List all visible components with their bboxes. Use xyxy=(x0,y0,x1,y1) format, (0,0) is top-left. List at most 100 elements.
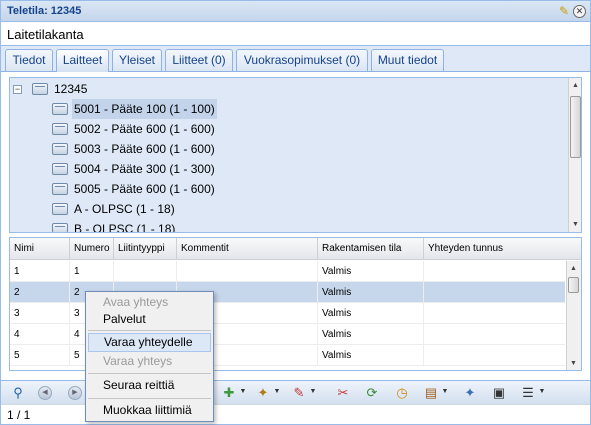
equipment-tree: − 12345 5001 - Pääte 100 (1 - 100) 5002 … xyxy=(9,77,582,233)
tab-muut-tiedot[interactable]: Muut tiedot xyxy=(371,49,444,71)
folder-icon xyxy=(52,183,68,195)
scroll-down-icon[interactable]: ▼ xyxy=(569,218,581,231)
window-subtitle: Laitetilakanta xyxy=(7,27,84,42)
column-header-kommentit[interactable]: Kommentit xyxy=(177,238,318,260)
clock-icon[interactable]: ◷ xyxy=(393,384,411,402)
close-icon[interactable]: ✕ xyxy=(573,5,586,18)
tree-node-label: 5004 - Pääte 300 (1 - 300) xyxy=(74,162,215,176)
grid-scrollbar[interactable]: ▲ ▼ xyxy=(566,261,581,370)
menu-item-varaa-yhteydelle[interactable]: Varaa yhteydelle xyxy=(88,333,211,352)
cell-numero: 1 xyxy=(70,261,114,282)
tree-scrollbar[interactable]: ▲ ▼ xyxy=(568,78,581,232)
chevron-down-icon[interactable]: ▼ xyxy=(441,385,449,399)
tree-node-5004[interactable]: 5004 - Pääte 300 (1 - 300) xyxy=(52,159,252,179)
column-header-nimi[interactable]: Nimi xyxy=(10,238,70,260)
tree-node-label: 5001 - Pääte 100 (1 - 100) xyxy=(72,99,217,119)
pin-icon[interactable]: ✎ xyxy=(557,4,571,18)
scroll-up-icon[interactable]: ▲ xyxy=(567,262,580,275)
folder-icon xyxy=(52,203,68,215)
chevron-down-icon[interactable]: ▼ xyxy=(309,385,317,399)
cell-liitintyyppi xyxy=(114,261,177,282)
menu-item-varaa-yhteys: Varaa yhteys xyxy=(103,354,173,368)
column-header-numero[interactable]: Numero xyxy=(70,238,114,260)
window-title: Teletila: 12345 xyxy=(7,5,82,17)
document-icon[interactable]: ▤ xyxy=(422,384,440,402)
folder-icon xyxy=(52,143,68,155)
tree-node-5005[interactable]: 5005 - Pääte 600 (1 - 600) xyxy=(52,179,252,199)
menu-icon[interactable]: ☰ xyxy=(519,384,537,402)
menu-item-muokkaa-liittimia[interactable]: Muokkaa liittimiä xyxy=(88,401,211,420)
pencil-icon[interactable]: ✎ xyxy=(290,384,308,402)
folder-icon xyxy=(52,123,68,135)
cell-nimi: 3 xyxy=(10,303,70,324)
cell-yhteyden-tunnus xyxy=(424,282,565,303)
tree-root-12345[interactable]: 12345 xyxy=(32,79,232,99)
cell-nimi: 4 xyxy=(10,324,70,345)
column-header-yhteyden-tunnus[interactable]: Yhteyden tunnus xyxy=(424,238,581,260)
tree-node-label: A - OLPSC (1 - 18) xyxy=(74,202,175,216)
tree-node-5003[interactable]: 5003 - Pääte 600 (1 - 600) xyxy=(52,139,252,159)
cell-rakentamisen-tila: Valmis xyxy=(318,324,424,345)
tree-node-a-olpsc[interactable]: A - OLPSC (1 - 18) xyxy=(52,199,252,219)
search-icon[interactable]: ⚲ xyxy=(9,384,27,402)
tree-node-b-olpsc[interactable]: B - OLPSC (1 - 18) xyxy=(52,219,252,233)
cell-kommentit xyxy=(177,261,318,282)
tab-vuokrasopimukset[interactable]: Vuokrasopimukset (0) xyxy=(236,49,368,71)
context-menu: Avaa yhteys Palvelut Varaa yhteydelle Va… xyxy=(85,291,214,422)
grid-header: Nimi Numero Liitintyyppi Kommentit Raken… xyxy=(10,238,581,260)
tree-node-label: 5002 - Pääte 600 (1 - 600) xyxy=(74,122,215,136)
scissors-icon[interactable]: ✂ xyxy=(334,384,352,402)
scroll-thumb[interactable] xyxy=(568,277,579,293)
cell-nimi: 2 xyxy=(10,282,70,303)
chevron-down-icon[interactable]: ▼ xyxy=(538,385,546,399)
menu-item-palvelut[interactable]: Palvelut xyxy=(88,310,211,329)
tab-yleiset[interactable]: Yleiset xyxy=(112,49,162,71)
cell-yhteyden-tunnus xyxy=(424,261,565,282)
tree-node-5002[interactable]: 5002 - Pääte 600 (1 - 600) xyxy=(52,119,252,139)
menu-separator xyxy=(88,330,211,331)
folder-icon xyxy=(52,103,68,115)
scroll-up-icon[interactable]: ▲ xyxy=(569,79,581,92)
tree-node-label: 5003 - Pääte 600 (1 - 600) xyxy=(74,142,215,156)
cell-rakentamisen-tila: Valmis xyxy=(318,303,424,324)
folder-icon xyxy=(32,83,48,95)
tab-liitteet[interactable]: Liitteet (0) xyxy=(165,49,233,71)
tree-node-label: 12345 xyxy=(54,82,88,96)
column-header-rakentamisen-tila[interactable]: Rakentamisen tila xyxy=(318,238,424,260)
satellite-icon[interactable]: ✦ xyxy=(461,384,479,402)
tree-node-label: B - OLPSC (1 - 18) xyxy=(74,222,176,233)
network-icon[interactable]: ▣ xyxy=(490,384,508,402)
menu-separator xyxy=(88,398,211,399)
chevron-down-icon[interactable]: ▼ xyxy=(273,385,281,399)
cell-rakentamisen-tila: Valmis xyxy=(318,345,424,366)
tab-tiedot[interactable]: Tiedot xyxy=(5,49,53,71)
scroll-down-icon[interactable]: ▼ xyxy=(567,357,580,370)
window-subtitle-bar: Laitetilakanta xyxy=(1,22,590,46)
tree-node-label: 5005 - Pääte 600 (1 - 600) xyxy=(74,182,215,196)
menu-separator xyxy=(88,373,211,374)
cell-rakentamisen-tila: Valmis xyxy=(318,261,424,282)
tab-strip: Tiedot Laitteet Yleiset Liitteet (0) Vuo… xyxy=(1,46,590,72)
cell-nimi: 5 xyxy=(10,345,70,366)
cell-yhteyden-tunnus xyxy=(424,303,565,324)
prev-icon[interactable]: ◀ xyxy=(38,386,52,400)
collapse-toggle[interactable]: − xyxy=(13,85,22,94)
table-row[interactable]: 1 1 Valmis xyxy=(10,261,565,282)
next-icon[interactable]: ▶ xyxy=(68,386,82,400)
column-header-liitintyyppi[interactable]: Liitintyyppi xyxy=(114,238,177,260)
tab-laitteet[interactable]: Laitteet xyxy=(56,49,109,72)
folder-icon xyxy=(52,163,68,175)
expand-icon[interactable]: ✚ xyxy=(220,384,238,402)
cell-nimi: 1 xyxy=(10,261,70,282)
tree-node-5001[interactable]: 5001 - Pääte 100 (1 - 100) xyxy=(52,99,252,119)
window-titlebar: Teletila: 12345 ✎ ✕ xyxy=(1,1,590,22)
chevron-down-icon[interactable]: ▼ xyxy=(239,385,247,399)
menu-item-seuraa-reittia[interactable]: Seuraa reittiä xyxy=(88,376,211,395)
paging-status: 1 / 1 xyxy=(7,408,31,422)
folder-icon xyxy=(52,223,68,232)
scroll-thumb[interactable] xyxy=(570,96,581,158)
cell-yhteyden-tunnus xyxy=(424,324,565,345)
cell-rakentamisen-tila: Valmis xyxy=(318,282,424,303)
wand-icon[interactable]: ✦ xyxy=(254,384,272,402)
refresh-icon[interactable]: ⟳ xyxy=(363,384,381,402)
